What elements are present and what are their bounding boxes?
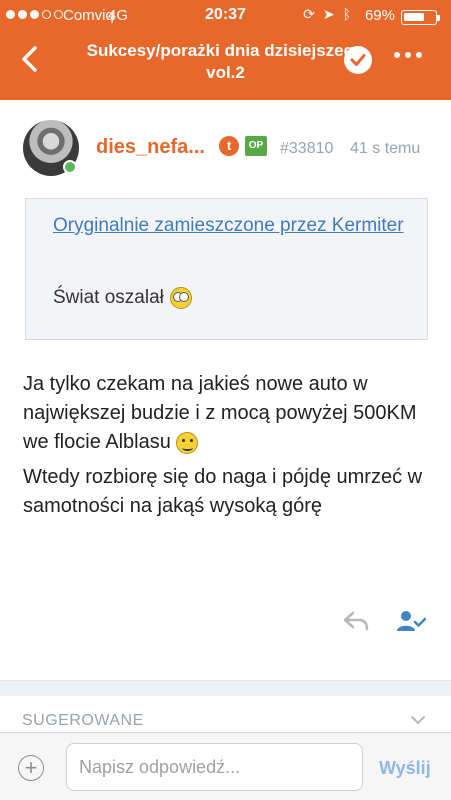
post-number[interactable]: #33810 <box>280 140 333 158</box>
avatar[interactable] <box>23 120 79 176</box>
user-badge-t: t <box>219 136 239 156</box>
quote-block: Oryginalnie zamieszczone przez Kermiter … <box>25 198 428 340</box>
location-arrow-icon: ➤ <box>322 6 335 22</box>
suggested-section-header[interactable]: SUGEROWANE <box>22 712 144 730</box>
online-status-indicator <box>63 160 77 174</box>
quote-text: Świat oszalał <box>53 287 192 309</box>
send-button[interactable]: Wyślij <box>379 758 431 779</box>
subscribe-check-button[interactable] <box>344 46 372 74</box>
status-bar: Comviq 4G 20:37 ⟳ ➤ ᛒ 69% <box>0 0 451 32</box>
more-options-button[interactable] <box>394 52 422 58</box>
post-card: dies_nefa... t OP #33810 41 s temu Orygi… <box>0 100 451 680</box>
page-title: Sukcesy/porażki dnia dzisiejszego vol.2 <box>86 41 365 82</box>
plus-circle-icon: + <box>24 755 38 780</box>
add-attachment-button[interactable]: + <box>18 755 44 781</box>
post-paragraph: Ja tylko czekam na jakieś nowe auto w na… <box>23 373 417 454</box>
post-timestamp: 41 s temu <box>350 140 421 157</box>
rotation-lock-icon: ⟳ <box>303 6 315 22</box>
smile-emoji-icon <box>176 431 199 454</box>
reply-icon <box>343 611 369 631</box>
more-horizontal-icon <box>394 52 400 58</box>
reply-button[interactable] <box>342 610 370 632</box>
user-check-icon <box>397 611 427 631</box>
chevron-left-icon <box>22 46 37 72</box>
battery-percent: 69% <box>364 7 395 24</box>
quote-text-content: Świat oszalał <box>53 287 164 308</box>
battery-level-fill <box>404 13 424 21</box>
bluetooth-icon: ᛒ <box>342 6 351 22</box>
op-badge: OP <box>245 136 267 156</box>
post-body: Ja tylko czekam na jakieś nowe auto w na… <box>23 370 433 527</box>
reply-input[interactable] <box>66 743 363 791</box>
rolling-eyes-emoji-icon <box>169 287 192 309</box>
check-circle-icon <box>350 54 366 66</box>
battery-icon <box>401 10 440 25</box>
quote-user-button[interactable] <box>396 610 427 632</box>
post-paragraph: Wtedy rozbiorę się do naga i pójdę umrze… <box>23 466 423 517</box>
compose-bar: + Wyślij <box>0 732 451 800</box>
app-header: Comviq 4G 20:37 ⟳ ➤ ᛒ 69% Sukcesy/porażk… <box>0 0 451 100</box>
back-button[interactable] <box>16 44 46 74</box>
section-divider <box>0 680 451 696</box>
quote-source-link[interactable]: Oryginalnie zamieszczone przez Kermiter <box>53 213 413 238</box>
chevron-down-icon[interactable] <box>410 712 426 728</box>
post-username[interactable]: dies_nefa... <box>96 136 205 159</box>
